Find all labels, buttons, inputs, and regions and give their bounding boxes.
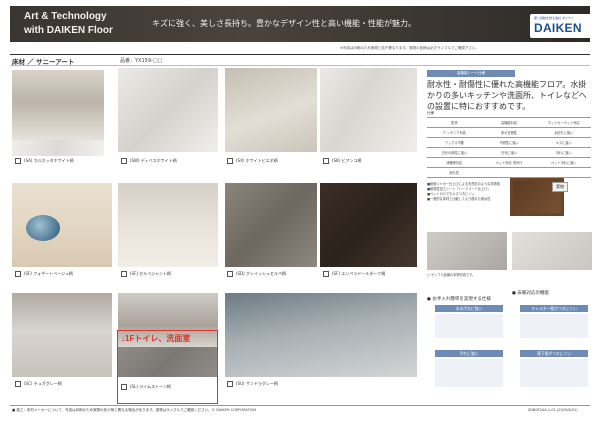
footer-note: ■ 施工：床材メーカーについて、写真は印刷のため実際の色や柄と異なる場合がありま… <box>12 408 257 412</box>
swatch-caption-7: (SD) グレイッシュセルペ柄 <box>236 271 287 276</box>
spec-cell: ホットカーペット対応 <box>547 121 580 125</box>
footer-code: SDB0F2AA-1-01 (2025/8/31) <box>528 408 578 412</box>
swatch-sample-1 <box>12 140 104 156</box>
product-code: 品番：YX159-□□ <box>120 58 163 64</box>
spec-cell: 日光に強い <box>501 151 517 155</box>
banner-tagline: キズに強く、美しさ長持ち。豊かなデザイン性と高い機能・性能が魅力。 <box>152 19 416 28</box>
swatch-sample-4 <box>320 68 417 152</box>
clean-pill-1: 水の汚れに強い <box>435 305 503 312</box>
swatch-caption-11: (SU) サンドラグレー柄 <box>236 381 278 386</box>
feature-bullet: ■一般的な床材と比較してより優れた耐水性 <box>427 197 491 201</box>
spec-cell: 日光の熱性に強い <box>441 151 468 155</box>
checkbox-swatch-8[interactable] <box>323 271 329 277</box>
daiken-logo: 夢と感動を創る会社 ダイケン DAIKEN <box>530 14 592 38</box>
spec-cell: ペット汚れに強い <box>550 161 577 165</box>
spec-cell: 水回りに強い <box>554 131 574 135</box>
swatch-sample-5 <box>12 183 112 267</box>
sample-caption: □ サンプル品番の本物写真です。 <box>427 273 476 277</box>
top-note: ※写真は印刷のため実物と若干異なります。実際の色柄は必ずサンプルでご確認下さい。 <box>340 46 479 50</box>
spec-cell: 床暖房対応 <box>446 161 463 165</box>
checkbox-swatch-1[interactable] <box>15 158 21 164</box>
checkbox-swatch-5[interactable] <box>15 271 21 277</box>
swatch-room-photo-6 <box>118 183 218 267</box>
func-section-title: ● 床暖対応の機能 <box>512 291 549 296</box>
closeup-photo-right <box>512 232 592 270</box>
func-pill-1: キャスター傷がつきにくい <box>520 305 588 312</box>
sample-label: 実物 <box>552 182 568 192</box>
swatch-caption-8: (SF) エンペラドールダーク柄 <box>332 271 386 276</box>
swatch-caption-4: (SK) ビアンコ柄 <box>332 158 362 163</box>
checkbox-swatch-4[interactable] <box>323 158 329 164</box>
product-title: 床材 ／ サニーアート <box>12 58 75 66</box>
spec-cell: ア ンモニア対応 <box>442 131 466 135</box>
swatch-room-photo-11 <box>225 293 417 377</box>
swatch-caption-5: (SF) フォギートベージュ柄 <box>24 271 73 276</box>
closeup-photo-left <box>427 232 507 270</box>
checkbox-swatch-9[interactable] <box>15 381 21 387</box>
spec-table: 防滑 高機能対応 ホットカーペット対応 ア ンモニア対応 床の日照性 水回りに強い ワッ… <box>427 117 591 178</box>
checkbox-swatch-2[interactable] <box>121 158 127 164</box>
spec-cell <box>536 168 591 177</box>
spec-cell: 汚れに強い <box>555 151 572 155</box>
clean-detail-2 <box>435 359 503 387</box>
func-detail-2 <box>520 359 588 387</box>
swatch-sample-8 <box>320 183 417 267</box>
swatch-caption-3: (SX) ホワイトビエネ柄 <box>236 158 278 163</box>
clean-section-title: ● お手入れ簡単を実現する仕様 <box>427 297 491 302</box>
swatch-room-photo-3 <box>225 68 317 152</box>
logo-brand: DAIKEN <box>534 21 582 35</box>
swatch-room-photo-9 <box>12 293 112 377</box>
spec-title: 仕様 <box>427 111 434 115</box>
spec-cell: 防滑 <box>451 121 458 125</box>
header-banner: Art & Technology with DAIKEN Floor キズに強く… <box>10 6 592 42</box>
banner-title-line2: with DAIKEN Floor <box>24 25 113 36</box>
spec-cell: 耐久性 <box>449 171 460 175</box>
product-title-bar: 床材 ／ サニーアート 品番：YX159-□□ <box>10 54 590 66</box>
spec-cell: 床の日照性 <box>501 131 517 135</box>
callout-highlight-box <box>117 330 218 404</box>
spec-cell: 高機能対応 <box>501 121 517 125</box>
spec-header-badge: 高機能シート仕様 <box>427 70 515 77</box>
spec-cell: キズに強い <box>555 141 572 145</box>
clean-pill-2: 汚れに強い <box>435 350 503 357</box>
swatch-sample-2 <box>118 68 218 152</box>
banner-title-line1: Art & Technology <box>24 11 107 22</box>
swatch-sample-7 <box>225 183 317 267</box>
swatch-caption-6: (SF) セルベジャント柄 <box>130 271 172 276</box>
func-pill-2: 落下傷がつきにくい <box>520 350 588 357</box>
swatch-room-photo-1 <box>12 70 104 140</box>
clean-detail-1 <box>435 314 503 338</box>
glass-bowl-icon <box>26 215 60 241</box>
spec-cell <box>482 168 537 177</box>
feature-list: ■紙面ジャガー仕上げによる天然石のような本物感 ■耐傷性加工シート「ハードコート… <box>427 182 503 202</box>
spec-cell: ペット対応 重歩行 <box>495 161 523 165</box>
spec-cell: ワックス不要 <box>444 141 464 145</box>
func-detail-1 <box>520 314 588 338</box>
footer: ■ 施工：床材メーカーについて、写真は印刷のため実際の色や柄と異なる場合がありま… <box>10 405 590 415</box>
swatch-caption-2: (SW) ディベスホワイト柄 <box>130 158 177 163</box>
swatch-caption-9: (SC) チュガグレー柄 <box>24 381 62 386</box>
checkbox-swatch-7[interactable] <box>227 271 233 277</box>
checkbox-swatch-3[interactable] <box>227 158 233 164</box>
logo-small-text: 夢と感動を創る会社 ダイケン <box>534 16 574 20</box>
spec-cell: 不燃性に強い <box>499 141 519 145</box>
product-description: 耐水性・耐傷性に優れた高機能フロア。水掛かりの多いキッチンや洗面所、トイレなどへ… <box>427 80 587 111</box>
swatch-caption-1: (SA) カルカッタホワイト柄 <box>24 158 74 163</box>
checkbox-swatch-11[interactable] <box>227 381 233 387</box>
checkbox-swatch-6[interactable] <box>121 271 127 277</box>
